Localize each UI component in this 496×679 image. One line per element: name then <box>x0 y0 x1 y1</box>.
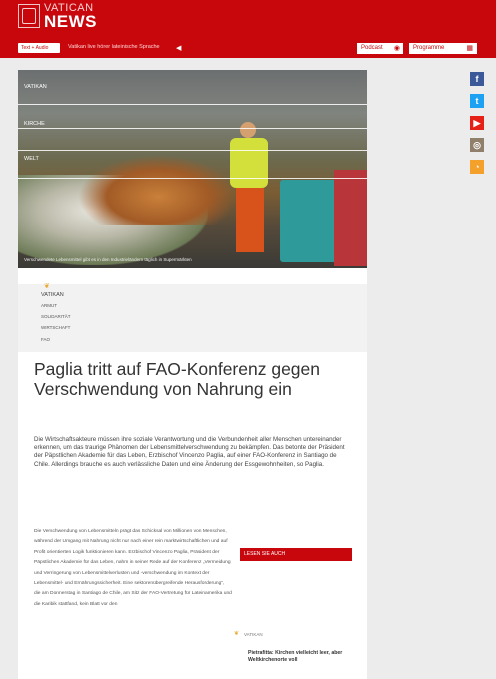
rss-icon[interactable]: ◔ <box>470 160 484 174</box>
tag-icon: ❦ <box>44 283 50 290</box>
program-label: Programme <box>413 45 445 51</box>
nav-divider <box>18 150 367 151</box>
logo-news[interactable]: NEWS <box>44 12 97 32</box>
article-title: Paglia tritt auf FAO-Konferenz gegen Ver… <box>34 359 320 399</box>
instagram-icon[interactable]: ◎ <box>470 138 484 152</box>
nav-divider <box>18 178 367 179</box>
tag-icon: ❦ <box>234 631 240 637</box>
sidebar-tag[interactable]: VATIKAN <box>244 632 263 637</box>
youtube-icon[interactable]: ▶ <box>470 116 484 130</box>
read-also-button[interactable]: LESEN SIE AUCH <box>240 548 352 561</box>
article-body: Die Verschwendung von Lebensmitteln präg… <box>34 529 232 607</box>
calendar-icon: ▦ <box>466 45 473 52</box>
tag-item[interactable]: WIRTSCHAFT <box>41 325 70 330</box>
article-lead: Die Wirtschaftsakteure müssen ihre sozia… <box>34 436 345 468</box>
play-icon[interactable]: ◀ <box>176 44 181 52</box>
nav-item-welt[interactable]: WELT <box>24 156 39 162</box>
nav-item-vatikan[interactable]: VATIKAN <box>24 84 47 90</box>
facebook-icon[interactable]: f <box>470 72 484 86</box>
article-card: VATIKAN KIRCHE WELT Verschwendete Lebens… <box>18 70 367 679</box>
top-header: VATICAN NEWS Text + Audio Vatikan live h… <box>0 0 496 58</box>
nav-item-kirche[interactable]: KIRCHE <box>24 121 45 127</box>
hero-image: VATIKAN KIRCHE WELT Verschwendete Lebens… <box>18 70 367 268</box>
language-select[interactable]: Text + Audio <box>18 43 60 53</box>
tag-item[interactable]: ARMUT <box>41 303 57 308</box>
sidebar-teaser-title[interactable]: Pietrafitta: Kirchen vielleicht leer, ab… <box>248 650 352 664</box>
nav-divider <box>18 104 367 105</box>
podcast-label: Podcast <box>361 45 383 51</box>
tag-item[interactable]: FAO <box>41 337 50 342</box>
program-button[interactable]: Programme ▦ <box>409 43 477 54</box>
podcast-icon: ◉ <box>393 45 400 52</box>
image-caption: Verschwendete Lebensmittel gibt es in de… <box>24 257 192 262</box>
tag-main[interactable]: VATIKAN <box>41 292 64 298</box>
nav-divider <box>18 128 367 129</box>
tag-item[interactable]: SOLIDARITÄT <box>41 314 71 319</box>
vatican-seal-icon[interactable] <box>18 4 40 28</box>
podcast-button[interactable]: Podcast ◉ <box>357 43 403 54</box>
live-stream-label[interactable]: Vatikan live hörer lateinische Sprache <box>68 44 160 50</box>
twitter-icon[interactable]: t <box>470 94 484 108</box>
